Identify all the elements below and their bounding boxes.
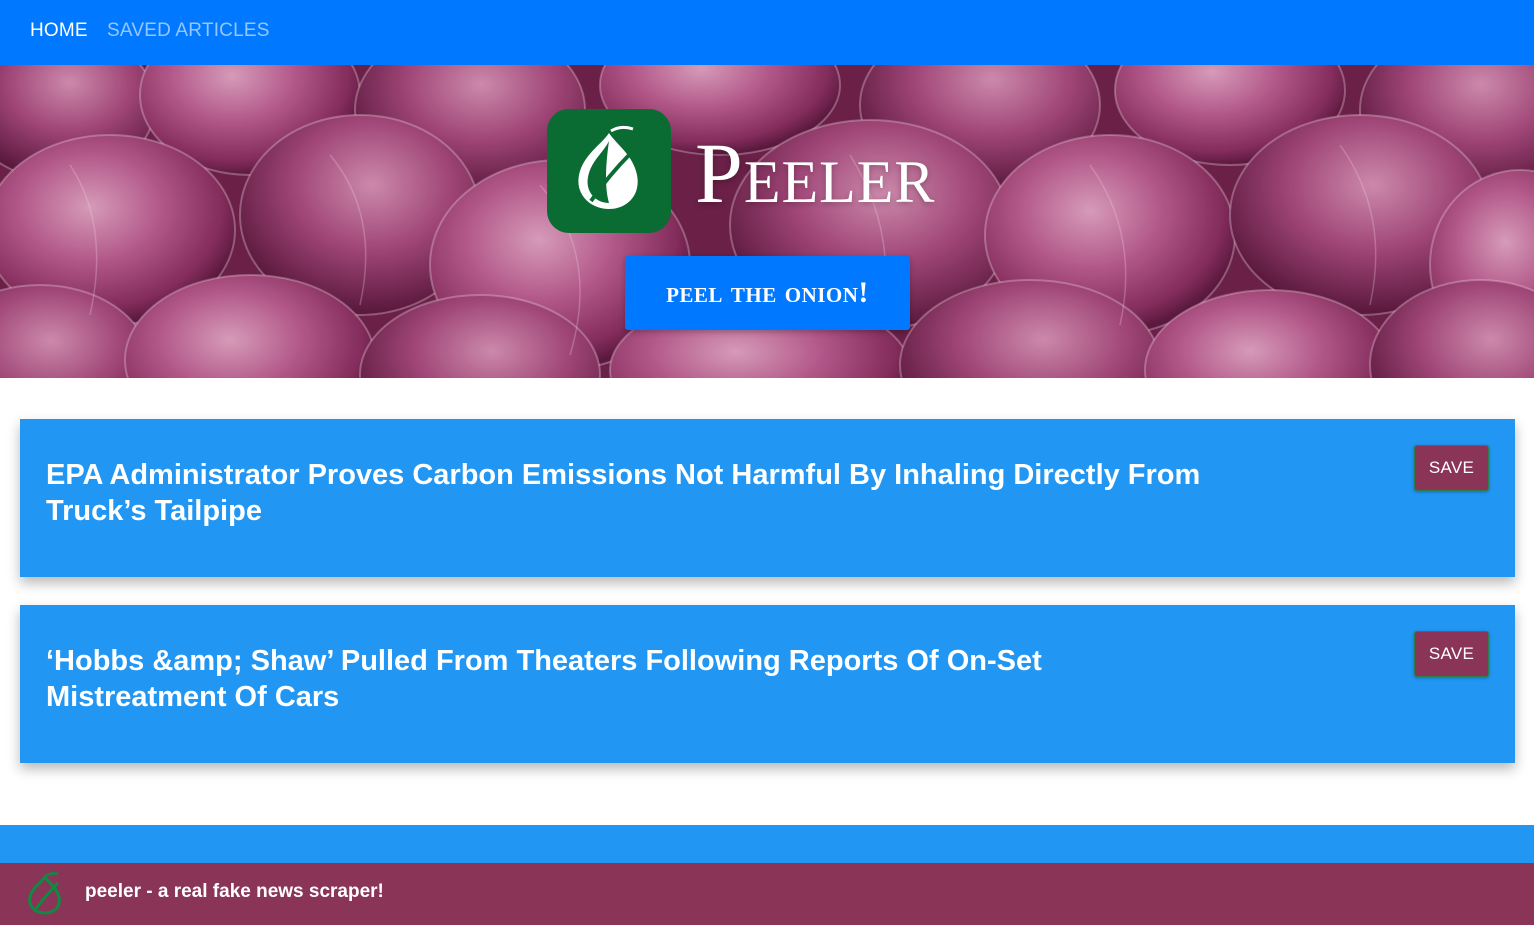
nav-saved-articles-link[interactable]: SAVED ARTICLES xyxy=(107,20,270,42)
peel-the-onion-button[interactable]: peel the onion! xyxy=(625,256,910,330)
footer-tagline: peeler - a real fake news scraper! xyxy=(85,881,384,902)
save-article-button[interactable]: SAVE xyxy=(1414,631,1489,677)
onion-icon xyxy=(28,872,61,915)
onion-icon xyxy=(578,125,638,209)
navbar: HOME SAVED ARTICLES xyxy=(0,0,1534,65)
nav-home-link[interactable]: HOME xyxy=(30,20,88,42)
article-card: EPA Administrator Proves Carbon Emission… xyxy=(20,419,1515,577)
footer: peeler - a real fake news scraper! xyxy=(0,863,1534,925)
hero-banner: Peeler peel the onion! xyxy=(0,65,1534,378)
save-article-button[interactable]: SAVE xyxy=(1414,445,1489,491)
onion-logo xyxy=(547,109,671,233)
article-card: ‘Hobbs &amp; Shaw’ Pulled From Theaters … xyxy=(20,605,1515,763)
article-title[interactable]: ‘Hobbs &amp; Shaw’ Pulled From Theaters … xyxy=(46,643,1216,715)
footer-divider-band xyxy=(0,825,1534,863)
brand-title: Peeler xyxy=(695,125,936,221)
article-title[interactable]: EPA Administrator Proves Carbon Emission… xyxy=(46,457,1216,529)
